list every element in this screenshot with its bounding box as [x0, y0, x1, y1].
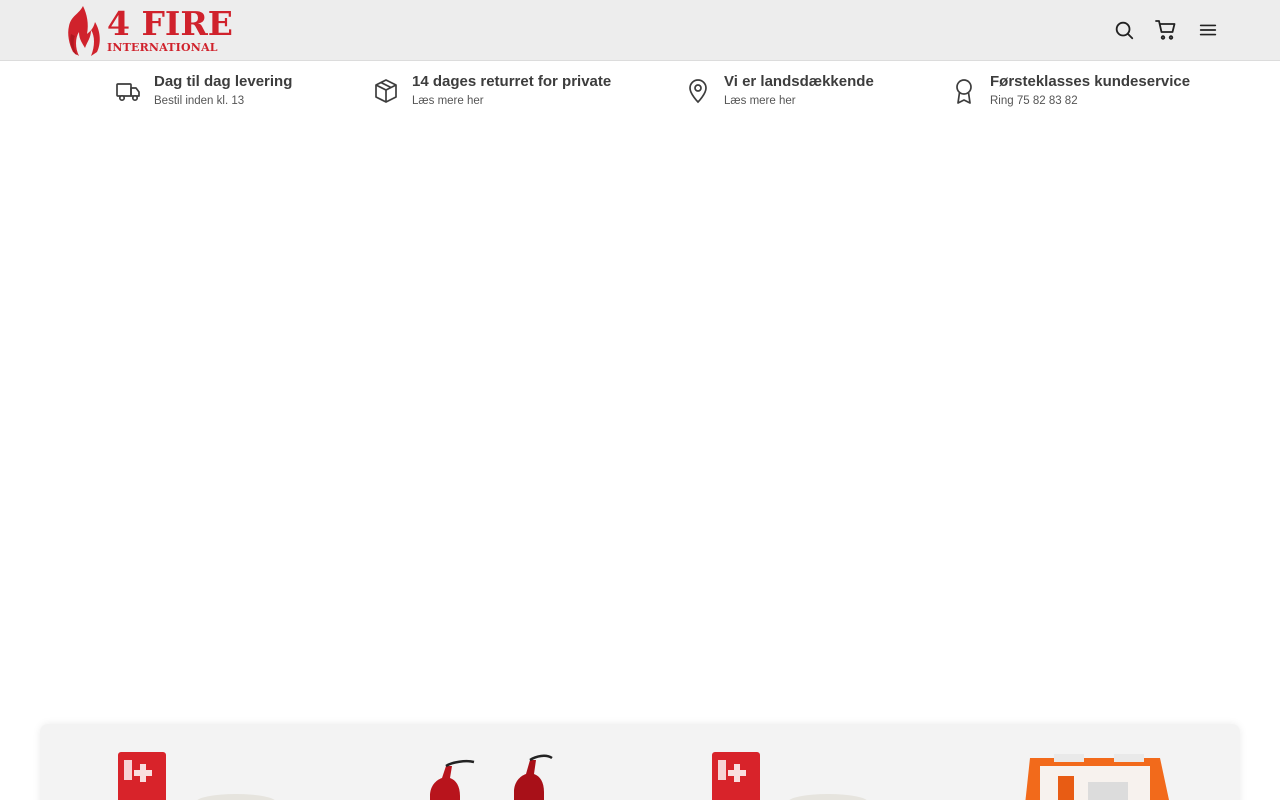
menu-icon [1199, 24, 1217, 36]
flame-icon [68, 6, 100, 56]
usp-title: Dag til dag levering [154, 73, 293, 90]
product-card[interactable] [692, 752, 892, 800]
search-button[interactable] [1112, 18, 1136, 42]
usp-title: 14 dages returret for private [412, 73, 612, 90]
product-card[interactable] [1018, 752, 1188, 800]
header-actions [1112, 16, 1220, 44]
menu-button[interactable] [1196, 18, 1220, 42]
usp-customer-service[interactable]: Førsteklasses kundeservice Ring 75 82 83… [950, 72, 1190, 110]
logo-sub-text: INTERNATIONAL [107, 41, 218, 54]
usp-subtitle: Ring 75 82 83 82 [990, 95, 1078, 107]
award-icon [950, 77, 978, 105]
first-aid-kit-image [1025, 754, 1169, 800]
box-icon [372, 77, 400, 105]
brand-logo[interactable]: 4 FIRE INTERNATIONAL [63, 4, 233, 56]
usp-title: Førsteklasses kundeservice [990, 73, 1191, 90]
site-header: 4 FIRE INTERNATIONAL [0, 0, 1280, 61]
usp-subtitle: Læs mere her [724, 95, 796, 107]
usp-nationwide[interactable]: Vi er landsdækkende Læs mere her [684, 72, 874, 110]
usp-returns[interactable]: 14 dages returret for private Læs mere h… [372, 72, 611, 110]
spray-extinguisher-image [712, 752, 867, 800]
truck-icon [114, 77, 142, 105]
usp-bar: Dag til dag levering Bestil inden kl. 13… [0, 61, 1280, 125]
map-pin-icon [684, 77, 712, 105]
usp-subtitle: Bestil inden kl. 13 [154, 95, 245, 107]
usp-delivery[interactable]: Dag til dag levering Bestil inden kl. 13 [114, 72, 292, 110]
product-card[interactable] [400, 752, 600, 800]
product-card[interactable] [100, 752, 300, 800]
cart-icon [1155, 20, 1176, 40]
usp-subtitle: Læs mere her [412, 95, 484, 107]
cart-button[interactable] [1154, 18, 1178, 42]
fire-extinguishers-image [430, 754, 553, 800]
logo-wordmark: 4 FIRE INTERNATIONAL [107, 6, 233, 55]
spray-extinguisher-image [118, 752, 275, 800]
search-icon [1115, 21, 1134, 40]
usp-title: Vi er landsdækkende [724, 73, 874, 90]
product-carousel [40, 724, 1240, 800]
logo-main-text: 4 FIRE [107, 4, 233, 43]
